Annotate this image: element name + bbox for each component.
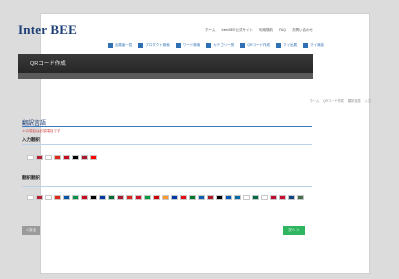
india-flag-icon[interactable] [162, 195, 169, 200]
breadcrumb-item[interactable]: ホーム [310, 98, 319, 103]
malaysia-flag-icon[interactable] [153, 195, 160, 200]
back-button[interactable]: ＜戻る [22, 226, 40, 235]
nav-item-word-search[interactable]: ワード検索 [175, 41, 201, 49]
greece-flag-icon[interactable] [198, 195, 205, 200]
nav-label: カテゴリー別 [213, 42, 235, 47]
mexico-flag-icon[interactable] [252, 195, 259, 200]
input-language-flags [27, 155, 97, 160]
site-logo[interactable]: Inter BEE [18, 22, 77, 38]
china-flag-icon[interactable] [54, 155, 61, 160]
breadcrumb-item: 入力 [364, 99, 371, 103]
breadcrumb: ホーム QRコード作成 翻訳言語 入力 [310, 98, 371, 103]
nav-item-exhibitors[interactable]: 出展者一覧 [107, 41, 133, 49]
germany-flag-icon[interactable] [72, 155, 79, 160]
output-language-label: 翻訳翻訳 [22, 175, 40, 180]
nav-item-category[interactable]: カテゴリー別 [206, 41, 234, 49]
output-language-divider [22, 186, 312, 187]
required-note: ＊の項目は必須項目です [22, 129, 61, 133]
russia-flag-icon[interactable] [99, 195, 106, 200]
top-link-contact[interactable]: お問い合わせ [292, 28, 313, 33]
main-nav: 出展者一覧 プロダクト検索 ワード検索 カテゴリー別 QRコード作成 マイ出展 … [40, 41, 330, 49]
nav-item-qrcode[interactable]: QRコード作成 [240, 41, 270, 49]
category-icon [206, 42, 212, 48]
thailand-flag-icon[interactable] [117, 195, 124, 200]
top-link-terms[interactable]: 利用規約 [259, 28, 273, 33]
nav-label: 出展者一覧 [114, 42, 133, 47]
top-link-home[interactable]: ホーム [205, 28, 215, 33]
page-title: QRコード作成 [30, 61, 66, 67]
china-flag-icon[interactable] [54, 195, 61, 200]
nav-label: マイ出展 [283, 42, 297, 47]
philippines-flag-icon[interactable] [171, 195, 178, 200]
top-link-official[interactable]: InterBEE公式サイト [221, 28, 253, 33]
japan-flag-icon[interactable] [27, 155, 34, 160]
search-icon [175, 42, 181, 48]
breadcrumb-item[interactable]: QRコード作成 [323, 98, 344, 103]
nav-label: ワード検索 [182, 42, 201, 47]
netherlands-flag-icon[interactable] [207, 195, 214, 200]
search-icon [138, 42, 144, 48]
hungary-flag-icon[interactable] [297, 195, 304, 200]
korea-flag-icon[interactable] [45, 195, 52, 200]
title-sub-band [18, 73, 313, 79]
qrcode-icon [240, 42, 246, 48]
output-language-flags [27, 195, 307, 200]
usa-flag-icon[interactable] [36, 155, 43, 160]
belgium-flag-icon[interactable] [216, 195, 223, 200]
finland-flag-icon[interactable] [261, 195, 268, 200]
germany-flag-icon[interactable] [90, 195, 97, 200]
uae-flag-icon[interactable] [189, 195, 196, 200]
indonesia-flag-icon[interactable] [135, 195, 142, 200]
spain-flag-icon[interactable] [63, 155, 70, 160]
spain-flag-icon[interactable] [81, 195, 88, 200]
nav-item-my-meeting[interactable]: マイ商談 [303, 41, 324, 49]
italy-flag-icon[interactable] [72, 195, 79, 200]
brazil-flag-icon[interactable] [144, 195, 151, 200]
korea-flag-icon[interactable] [45, 155, 52, 160]
turkey-flag-icon[interactable] [180, 195, 187, 200]
nav-label: マイ商談 [310, 42, 324, 47]
next-button[interactable]: 次へ ＞ [283, 226, 305, 235]
norway-flag-icon[interactable] [270, 195, 277, 200]
user-icon [276, 42, 281, 48]
czech-flag-icon[interactable] [288, 195, 295, 200]
japan-flag-icon[interactable] [27, 195, 34, 200]
nav-label: QRコード作成 [247, 42, 270, 47]
nav-item-products[interactable]: プロダクト検索 [138, 41, 170, 49]
input-language-label: 入力翻訳 [22, 137, 40, 142]
vietnam-flag-icon[interactable] [126, 195, 133, 200]
taiwan-flag-icon[interactable] [90, 155, 97, 160]
usa-flag-icon[interactable] [36, 195, 43, 200]
sweden-flag-icon[interactable] [234, 195, 241, 200]
nav-label: プロダクト検索 [145, 42, 170, 47]
france-flag-icon[interactable] [63, 195, 70, 200]
top-links: ホーム InterBEE公式サイト 利用規約 FAQ お問い合わせ [205, 28, 313, 33]
section-divider [22, 126, 312, 127]
portugal-flag-icon[interactable] [108, 195, 115, 200]
top-link-faq[interactable]: FAQ [279, 28, 286, 33]
nav-item-my-exhibit[interactable]: マイ出展 [276, 41, 297, 49]
input-language-divider [22, 144, 312, 145]
thailand-flag-icon[interactable] [81, 155, 88, 160]
page-title-band: QRコード作成 [18, 54, 313, 73]
chat-icon [303, 42, 308, 48]
poland-flag-icon[interactable] [243, 195, 250, 200]
breadcrumb-item[interactable]: 翻訳言語 [348, 98, 361, 103]
list-icon [107, 42, 113, 48]
ukraine-flag-icon[interactable] [225, 195, 232, 200]
denmark-flag-icon[interactable] [279, 195, 286, 200]
